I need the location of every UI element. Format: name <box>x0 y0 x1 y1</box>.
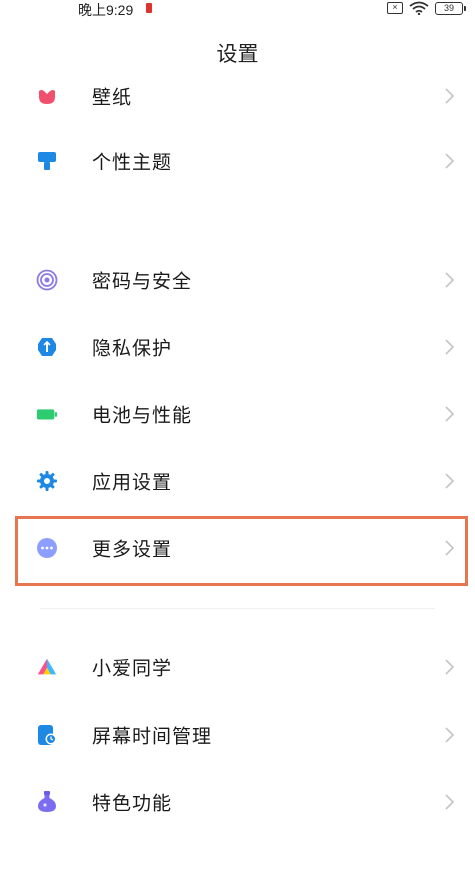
theme-brush-icon <box>36 150 58 172</box>
gear-icon <box>36 470 58 492</box>
wallpaper-icon <box>36 85 58 107</box>
page-title: 设置 <box>216 42 259 66</box>
chevron-right-icon <box>445 659 455 675</box>
settings-item-label: 特色功能 <box>92 792 173 815</box>
settings-item-special-features[interactable]: 特色功能 <box>0 772 475 832</box>
battery-icon <box>36 403 58 425</box>
chevron-right-icon <box>445 153 455 169</box>
settings-item-theme[interactable]: 个性主题 <box>0 131 475 191</box>
privacy-shield-icon <box>36 336 58 358</box>
chevron-right-icon <box>445 473 455 489</box>
settings-item-label: 壁纸 <box>92 86 133 109</box>
wifi-icon <box>409 1 429 15</box>
chevron-right-icon <box>445 794 455 810</box>
settings-item-privacy[interactable]: 隐私保护 <box>0 317 475 377</box>
settings-item-label: 应用设置 <box>92 471 173 494</box>
screen-time-icon <box>36 724 58 746</box>
chevron-right-icon <box>445 272 455 288</box>
chevron-right-icon <box>445 727 455 743</box>
highlight-box <box>15 516 468 586</box>
settings-item-app-settings[interactable]: 应用设置 <box>0 451 475 511</box>
battery-level: 39 <box>443 2 454 13</box>
status-bar: 晚上9:29 × 39 <box>0 0 475 22</box>
settings-item-label: 密码与安全 <box>92 270 193 293</box>
chevron-right-icon <box>445 339 455 355</box>
battery-status-icon: 39 <box>435 1 466 15</box>
features-flask-icon <box>36 791 58 813</box>
recording-indicator-icon <box>146 3 152 13</box>
settings-item-battery-performance[interactable]: 电池与性能 <box>0 384 475 444</box>
settings-item-screen-time[interactable]: 屏幕时间管理 <box>0 705 475 765</box>
status-icons: × 39 <box>387 1 466 15</box>
no-sim-icon: × <box>387 2 403 14</box>
settings-item-label: 电池与性能 <box>92 404 193 427</box>
settings-item-label: 隐私保护 <box>92 337 173 360</box>
settings-item-xiaoai[interactable]: 小爱同学 <box>0 637 475 697</box>
section-divider <box>40 608 435 609</box>
settings-item-label: 屏幕时间管理 <box>92 725 213 748</box>
xiaoai-icon <box>36 656 58 678</box>
settings-item-label: 小爱同学 <box>92 657 173 680</box>
status-time: 晚上9:29 <box>78 2 134 18</box>
chevron-right-icon <box>445 406 455 422</box>
settings-item-wallpaper[interactable]: 壁纸 <box>0 66 475 126</box>
chevron-right-icon <box>445 88 455 104</box>
settings-item-password-security[interactable]: 密码与安全 <box>0 250 475 310</box>
fingerprint-icon <box>36 269 58 291</box>
settings-item-label: 个性主题 <box>92 151 173 174</box>
